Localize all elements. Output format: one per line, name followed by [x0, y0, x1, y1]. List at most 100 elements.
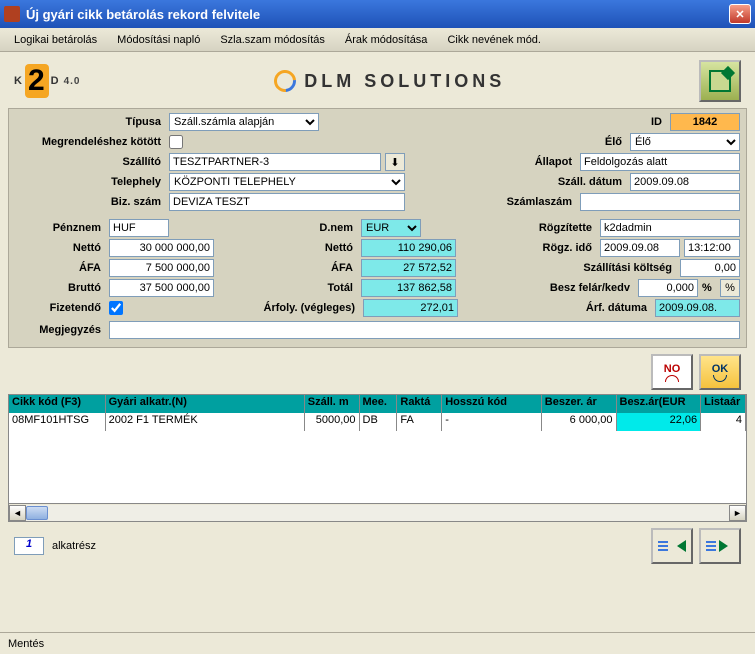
field-netto-eur[interactable]	[361, 239, 456, 257]
lbl-megr: Megrendeléshez kötött	[15, 136, 165, 148]
scroll-left-button[interactable]: ◄	[9, 505, 26, 521]
field-penznem[interactable]	[109, 219, 169, 237]
grid-body: 08MF101HTSG 2002 F1 TERMÉK 5000,00 DB FA…	[9, 413, 746, 503]
lbl-szallkolt: Szállítási költség	[583, 262, 676, 274]
next-button[interactable]	[699, 528, 741, 564]
field-afa[interactable]	[109, 259, 214, 277]
field-afa-eur[interactable]	[361, 259, 456, 277]
lookup-szallito-button[interactable]: ⬇	[385, 153, 405, 171]
arrow-left-icon	[671, 540, 686, 552]
field-beszfelar[interactable]	[638, 279, 698, 297]
edit-icon	[709, 70, 731, 92]
window-title: Új gyári cikk betárolás rekord felvitele	[26, 7, 729, 22]
lbl-rogzido: Rögz. idő	[543, 242, 597, 254]
col-rakt[interactable]: Raktá	[397, 395, 442, 413]
field-netto[interactable]	[109, 239, 214, 257]
menu-szlaszam[interactable]: Szla.szam módosítás	[210, 31, 335, 49]
lbl-fizetendo: Fizetendő	[15, 302, 105, 314]
lbl-szamlaszam: Számlaszám	[507, 196, 576, 208]
down-arrow-icon: ⬇	[390, 156, 399, 169]
cell-rakt: FA	[397, 413, 442, 431]
field-bizszam[interactable]	[169, 193, 405, 211]
footer: 1 alkatrész	[0, 522, 755, 570]
lines-icon	[706, 541, 716, 551]
col-szall[interactable]: Száll. m	[305, 395, 360, 413]
lbl-beszfelar: Besz felár/kedv	[550, 282, 634, 294]
lbl-szalldatum: Száll. dátum	[558, 176, 626, 188]
smile-icon	[713, 375, 727, 382]
menubar: Logikai betárolás Módosítási napló Szla.…	[0, 28, 755, 52]
statusbar: Mentés	[0, 632, 755, 654]
field-szalldatum[interactable]	[630, 173, 740, 191]
horizontal-scrollbar[interactable]: ◄ ►	[9, 503, 746, 521]
dlm-logo: DLM SOLUTIONS	[81, 70, 700, 92]
chk-megrendeles[interactable]	[169, 135, 183, 149]
table-row[interactable]: 08MF101HTSG 2002 F1 TERMÉK 5000,00 DB FA…	[9, 413, 746, 431]
field-arfoly[interactable]	[363, 299, 458, 317]
scroll-thumb[interactable]	[26, 506, 48, 520]
close-button[interactable]: ✕	[729, 4, 751, 24]
lbl-afa2: ÁFA	[287, 262, 357, 274]
k2d-logo: K 2 D 4.0	[14, 64, 81, 98]
col-hosszu[interactable]: Hosszú kód	[442, 395, 542, 413]
lbl-arfoly: Árfoly. (végleges)	[171, 302, 359, 314]
cell-hosszu: -	[442, 413, 542, 431]
lbl-total: Totál	[287, 282, 357, 294]
col-eur[interactable]: Besz.ár(EUR	[617, 395, 702, 413]
lbl-megjegyzes: Megjegyzés	[15, 324, 105, 336]
field-rogzido-time[interactable]	[684, 239, 740, 257]
col-besz[interactable]: Beszer. ár	[542, 395, 617, 413]
field-rogzido-date[interactable]	[600, 239, 680, 257]
field-id[interactable]	[670, 113, 740, 131]
scroll-track[interactable]	[26, 505, 729, 521]
chk-fizetendo[interactable]	[109, 301, 123, 315]
data-grid: Cikk kód (F3) Gyári alkatr.(N) Száll. m …	[8, 394, 747, 522]
field-allapot[interactable]	[580, 153, 740, 171]
edit-button[interactable]	[699, 60, 741, 102]
select-elo[interactable]: Élő	[630, 133, 740, 151]
status-text: Mentés	[8, 638, 44, 650]
frown-icon	[665, 375, 679, 382]
field-arfdatum[interactable]	[655, 299, 740, 317]
menu-cikknev[interactable]: Cikk nevének mód.	[437, 31, 551, 49]
select-telephely[interactable]: KÖZPONTI TELEPHELY	[169, 173, 405, 191]
dlm-icon	[270, 66, 301, 97]
arrow-right-icon	[719, 540, 734, 552]
col-mee[interactable]: Mee.	[360, 395, 398, 413]
field-rogz[interactable]	[600, 219, 740, 237]
percent-icon: %	[725, 282, 735, 294]
button-bar: NO OK	[0, 348, 755, 394]
field-brutto[interactable]	[109, 279, 214, 297]
lbl-brutto: Bruttó	[15, 282, 105, 294]
titlebar: Új gyári cikk betárolás rekord felvitele…	[0, 0, 755, 28]
col-cikk[interactable]: Cikk kód (F3)	[9, 395, 106, 413]
select-tipusa[interactable]: Száll.számla alapján	[169, 113, 319, 131]
lbl-elo: Élő	[605, 136, 626, 148]
col-list[interactable]: Listaár	[701, 395, 746, 413]
field-megjegyzes[interactable]	[109, 321, 740, 339]
col-nev[interactable]: Gyári alkatr.(N)	[106, 395, 305, 413]
lbl-id: ID	[651, 116, 666, 128]
menu-modositasi[interactable]: Módosítási napló	[107, 31, 210, 49]
menu-arak[interactable]: Árak módosítása	[335, 31, 438, 49]
field-szallito[interactable]	[169, 153, 381, 171]
lbl-penznem: Pénznem	[15, 222, 105, 234]
lbl-netto: Nettó	[15, 242, 105, 254]
lbl-percent: %	[702, 282, 716, 294]
lbl-bizszam: Biz. szám	[15, 196, 165, 208]
percent-button[interactable]: %	[720, 279, 740, 297]
lbl-telephely: Telephely	[15, 176, 165, 188]
app-icon	[4, 6, 20, 22]
lbl-afa: ÁFA	[15, 262, 105, 274]
ok-button[interactable]: OK	[699, 354, 741, 390]
no-button[interactable]: NO	[651, 354, 693, 390]
prev-button[interactable]	[651, 528, 693, 564]
field-szamlaszam[interactable]	[580, 193, 740, 211]
field-szallkolt[interactable]	[680, 259, 740, 277]
count-box: 1	[14, 537, 44, 555]
field-total[interactable]	[361, 279, 456, 297]
scroll-right-button[interactable]: ►	[729, 505, 746, 521]
lbl-rogz: Rögzítette	[539, 222, 596, 234]
select-dnem[interactable]: EUR	[361, 219, 421, 237]
menu-logikai[interactable]: Logikai betárolás	[4, 31, 107, 49]
